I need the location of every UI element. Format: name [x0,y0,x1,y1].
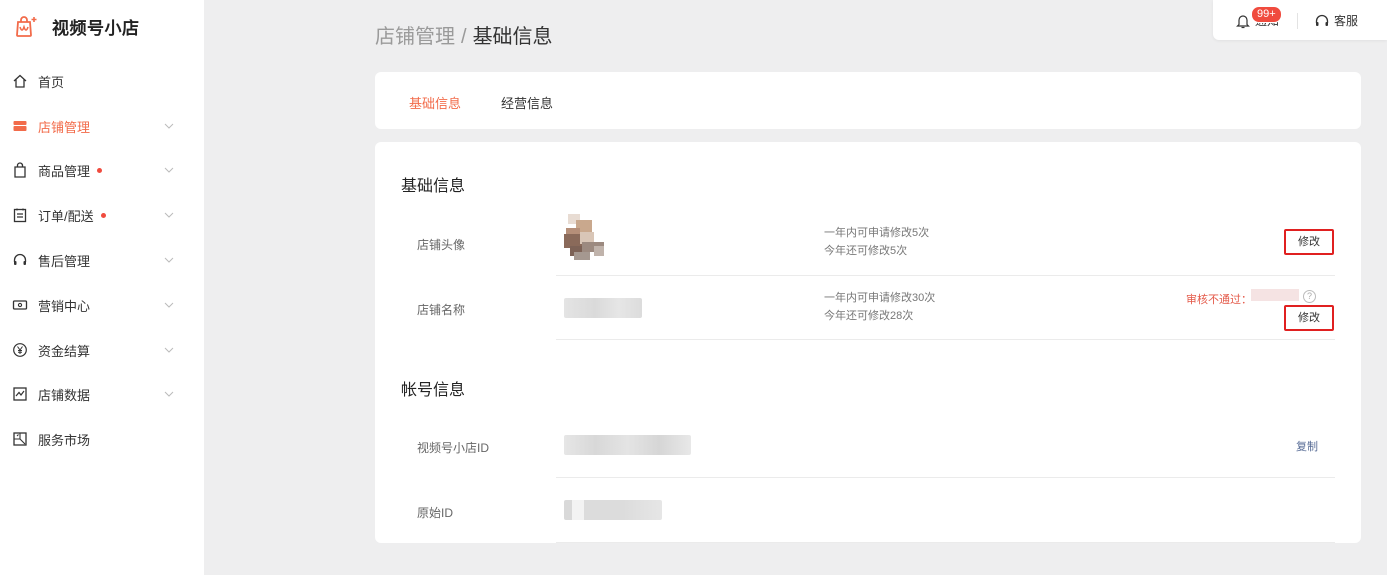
ticket-icon [11,296,29,314]
copy-shop-id-link[interactable]: 复制 [1296,438,1318,454]
sidebar-item-label: 店铺管理 [38,119,91,135]
store-avatar-image [564,214,604,260]
sidebar-item-label: 商品管理 [38,161,103,180]
sidebar: 视频号小店 首页 店铺管理 商品管理 订单/配送 售后管理 营销中心 资金结算 … [0,0,204,575]
sidebar-item-label: 订单/配送 [38,206,106,225]
customer-service-button[interactable]: 客服 [1314,12,1358,29]
sidebar-item-product-management[interactable]: 商品管理 [0,154,204,186]
chevron-down-icon [164,167,174,173]
chevron-down-icon [164,257,174,263]
sidebar-item-settlement[interactable]: 资金结算 [0,334,204,366]
sidebar-item-home[interactable]: 首页 [0,65,204,97]
breadcrumb-separator: / [461,26,467,48]
sidebar-item-label: 资金结算 [38,343,91,359]
chart-icon [11,385,29,403]
yuan-icon [11,341,29,359]
sidebar-item-service-market[interactable]: 服务市场 [0,423,204,455]
sidebar-item-label: 店铺数据 [38,387,91,403]
sidebar-item-label: 售后管理 [38,253,91,269]
help-question-icon[interactable]: ? [1303,290,1316,303]
row-label-original-id: 原始ID [417,506,454,520]
avatar-modify-hint: 一年内可申请修改5次 今年还可修改5次 [824,224,929,260]
chevron-down-icon [164,212,174,218]
modify-name-button[interactable]: 修改 [1284,305,1334,331]
divider [1297,13,1298,29]
page-title: 基础信息 [472,26,553,48]
notification-dot [97,167,103,173]
sidebar-item-label: 营销中心 [38,298,91,314]
shop-id-value-redacted [564,435,691,455]
section-title-account-info: 帐号信息 [401,382,466,399]
sidebar-item-label: 服务市场 [38,432,91,448]
hint-line: 一年内可申请修改5次 [824,227,930,239]
info-card: 基础信息 店铺头像 一年内可申请修改5次 今年还可修改5次 修改 店铺名称 一年… [375,142,1361,543]
service-label: 客服 [1334,14,1359,28]
headset-icon [1315,14,1329,26]
section-title-basic-info: 基础信息 [401,178,466,195]
row-label-shop-id: 视频号小店ID [417,441,490,455]
brand[interactable]: 视频号小店 [14,14,140,39]
modify-avatar-button[interactable]: 修改 [1284,229,1334,255]
rejection-reason-redacted [1251,289,1299,301]
store-name-value-redacted [564,298,642,318]
divider [556,275,1335,276]
sidebar-item-after-sales[interactable]: 售后管理 [0,244,204,276]
original-id-value-redacted [564,500,662,520]
top-bar: 通知 99+ 客服 [1213,0,1387,40]
shopping-bag-icon [11,161,29,179]
sidebar-item-orders[interactable]: 订单/配送 [0,199,204,231]
breadcrumb: 店铺管理 / 基础信息 [375,20,553,49]
sidebar-item-store-management[interactable]: 店铺管理 [0,110,204,142]
order-list-icon [11,206,29,224]
tabs-card: 基础信息 经营信息 [375,72,1361,129]
sidebar-item-store-data[interactable]: 店铺数据 [0,378,204,410]
home-icon [11,72,29,90]
breadcrumb-parent[interactable]: 店铺管理 [375,26,455,48]
divider [556,477,1335,478]
market-icon [11,430,29,448]
divider [556,339,1335,340]
name-modify-hint: 一年内可申请修改30次 今年还可修改28次 [824,289,935,325]
row-label-store-avatar: 店铺头像 [417,238,466,252]
hint-line: 今年还可修改5次 [824,245,908,257]
row-label-store-name: 店铺名称 [417,303,466,317]
notification-dot [100,212,106,218]
shop-bag-logo-icon [16,15,37,37]
chevron-down-icon [164,123,174,129]
sidebar-item-label: 首页 [38,74,65,90]
headset-icon [11,251,29,269]
chevron-down-icon [164,391,174,397]
tab-business-info[interactable]: 经营信息 [501,93,553,112]
bell-icon [1236,14,1250,28]
chevron-down-icon [164,347,174,353]
store-icon [11,117,29,135]
notification-badge: 99+ [1251,6,1282,23]
divider [556,542,1335,543]
tab-basic-info[interactable]: 基础信息 [409,93,461,112]
hint-line: 今年还可修改28次 [824,310,914,322]
brand-name: 视频号小店 [52,19,140,38]
sidebar-item-marketing[interactable]: 营销中心 [0,289,204,321]
hint-line: 一年内可申请修改30次 [824,292,936,304]
review-rejected-status: 审核不通过： [1186,294,1252,306]
chevron-down-icon [164,302,174,308]
